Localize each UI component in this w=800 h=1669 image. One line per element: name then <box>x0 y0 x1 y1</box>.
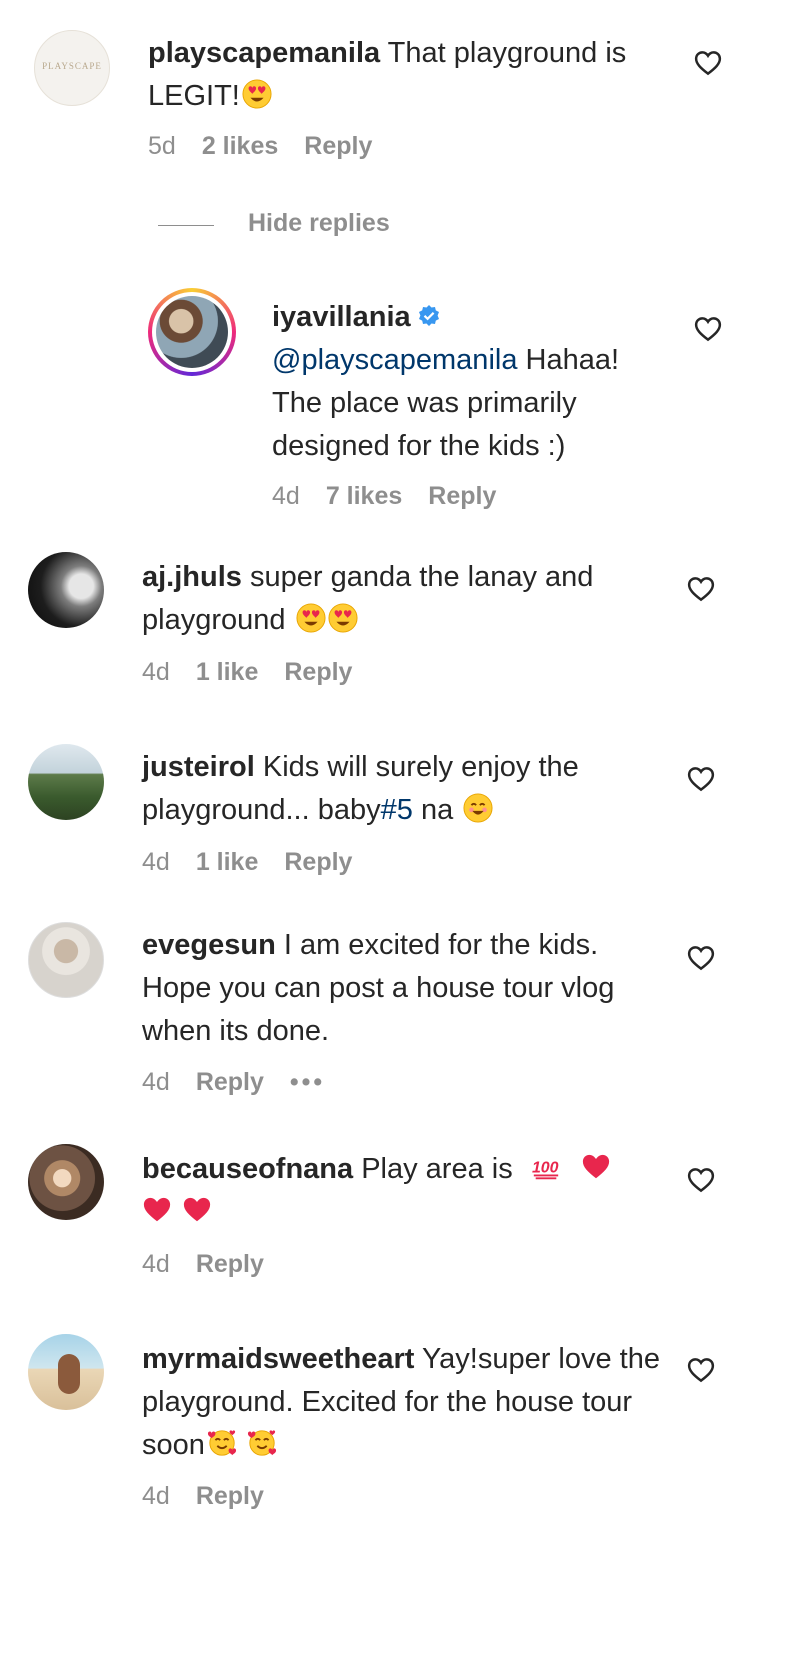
heart-eyes-emoji-icon <box>242 79 272 109</box>
story-ring-avatar[interactable] <box>148 288 236 376</box>
comment-age: 4d <box>142 1250 170 1278</box>
comment-text: justeirol Kids will surely enjoy the pla… <box>142 746 672 832</box>
reply-button[interactable]: Reply <box>304 132 372 160</box>
avatar[interactable] <box>28 1144 104 1220</box>
mention-link[interactable]: @playscapemanila <box>272 344 517 376</box>
comment-meta: 4d Reply <box>142 1250 290 1279</box>
comment-text: iyavillania @playscapemanila Hahaa! The … <box>272 296 672 468</box>
like-heart-icon[interactable] <box>693 48 723 78</box>
like-heart-icon[interactable] <box>686 764 716 794</box>
like-heart-icon[interactable] <box>686 574 716 604</box>
avatar[interactable] <box>28 744 104 820</box>
hide-replies-toggle[interactable]: Hide replies <box>158 209 418 245</box>
comment-text: playscapemanila That playground is LEGIT… <box>148 32 668 118</box>
comment-username[interactable]: iyavillania <box>272 301 411 333</box>
smiling-face-with-hearts-emoji-icon <box>247 1428 277 1458</box>
avatar-photo <box>156 296 228 368</box>
comment-username[interactable]: becauseofnana <box>142 1153 353 1185</box>
comment-meta: 4d Reply <box>142 1482 290 1511</box>
smiling-face-emoji-icon <box>463 793 493 823</box>
comment-meta: 4d 7 likes Reply <box>272 482 522 511</box>
comment-age: 4d <box>142 658 170 686</box>
like-heart-icon[interactable] <box>686 1355 716 1385</box>
avatar-logo-text: PLAYSCAPE <box>42 61 102 71</box>
comment-username[interactable]: justeirol <box>142 751 255 783</box>
comment-body: Play area is <box>353 1153 513 1185</box>
comment-likes[interactable]: 7 likes <box>326 482 402 510</box>
avatar[interactable] <box>28 552 104 628</box>
comment-likes[interactable]: 1 like <box>196 848 259 876</box>
comment-username[interactable]: myrmaidsweetheart <box>142 1343 414 1375</box>
like-heart-icon[interactable] <box>686 943 716 973</box>
comment-likes[interactable]: 1 like <box>196 658 259 686</box>
reply-button[interactable]: Reply <box>284 658 352 686</box>
like-heart-icon[interactable] <box>686 1165 716 1195</box>
hide-replies-label[interactable]: Hide replies <box>248 209 390 238</box>
reply-button[interactable]: Reply <box>284 848 352 876</box>
red-heart-emoji-icon <box>142 1195 172 1225</box>
red-heart-emoji-icon <box>581 1152 611 1182</box>
comment-age: 4d <box>142 848 170 876</box>
comment-meta: 4d 1 like Reply <box>142 658 378 687</box>
comment-body-end: na <box>412 794 454 826</box>
comment-meta: 4d 1 like Reply <box>142 848 378 877</box>
comment-age: 4d <box>142 1068 170 1096</box>
hundred-points-emoji-icon <box>531 1152 561 1182</box>
comment-meta: 4d Reply ••• <box>142 1068 351 1097</box>
comment-age: 4d <box>272 482 300 510</box>
comment-meta: 5d 2 likes Reply <box>148 132 398 161</box>
comment-username[interactable]: evegesun <box>142 929 276 961</box>
hide-replies-line <box>158 225 214 226</box>
comment-likes[interactable]: 2 likes <box>202 132 278 160</box>
comment-username[interactable]: aj.jhuls <box>142 561 242 593</box>
comment-age: 4d <box>142 1482 170 1510</box>
comment-text: aj.jhuls super ganda the lanay and playg… <box>142 556 672 642</box>
heart-eyes-emoji-icon <box>296 603 326 633</box>
comment-text: myrmaidsweetheart Yay!super love the pla… <box>142 1338 672 1467</box>
more-options-icon[interactable]: ••• <box>290 1068 325 1096</box>
avatar <box>152 292 232 372</box>
verified-badge-icon <box>417 304 441 328</box>
red-heart-emoji-icon <box>182 1195 212 1225</box>
smiling-face-with-hearts-emoji-icon <box>207 1428 237 1458</box>
reply-button[interactable]: Reply <box>196 1482 264 1510</box>
avatar[interactable] <box>28 922 104 998</box>
reply-button[interactable]: Reply <box>428 482 496 510</box>
avatar-figure <box>58 1354 80 1394</box>
comment-text: becauseofnana Play area is <box>142 1148 642 1234</box>
avatar[interactable] <box>28 1334 104 1410</box>
reply-button[interactable]: Reply <box>196 1250 264 1278</box>
avatar[interactable]: PLAYSCAPE <box>34 30 110 106</box>
heart-eyes-emoji-icon <box>328 603 358 633</box>
comment-username[interactable]: playscapemanila <box>148 37 380 69</box>
comment-age: 5d <box>148 132 176 160</box>
reply-button[interactable]: Reply <box>196 1068 264 1096</box>
comment-text: evegesun I am excited for the kids. Hope… <box>142 924 662 1053</box>
hashtag-link[interactable]: #5 <box>381 794 413 826</box>
like-heart-icon[interactable] <box>693 314 723 344</box>
